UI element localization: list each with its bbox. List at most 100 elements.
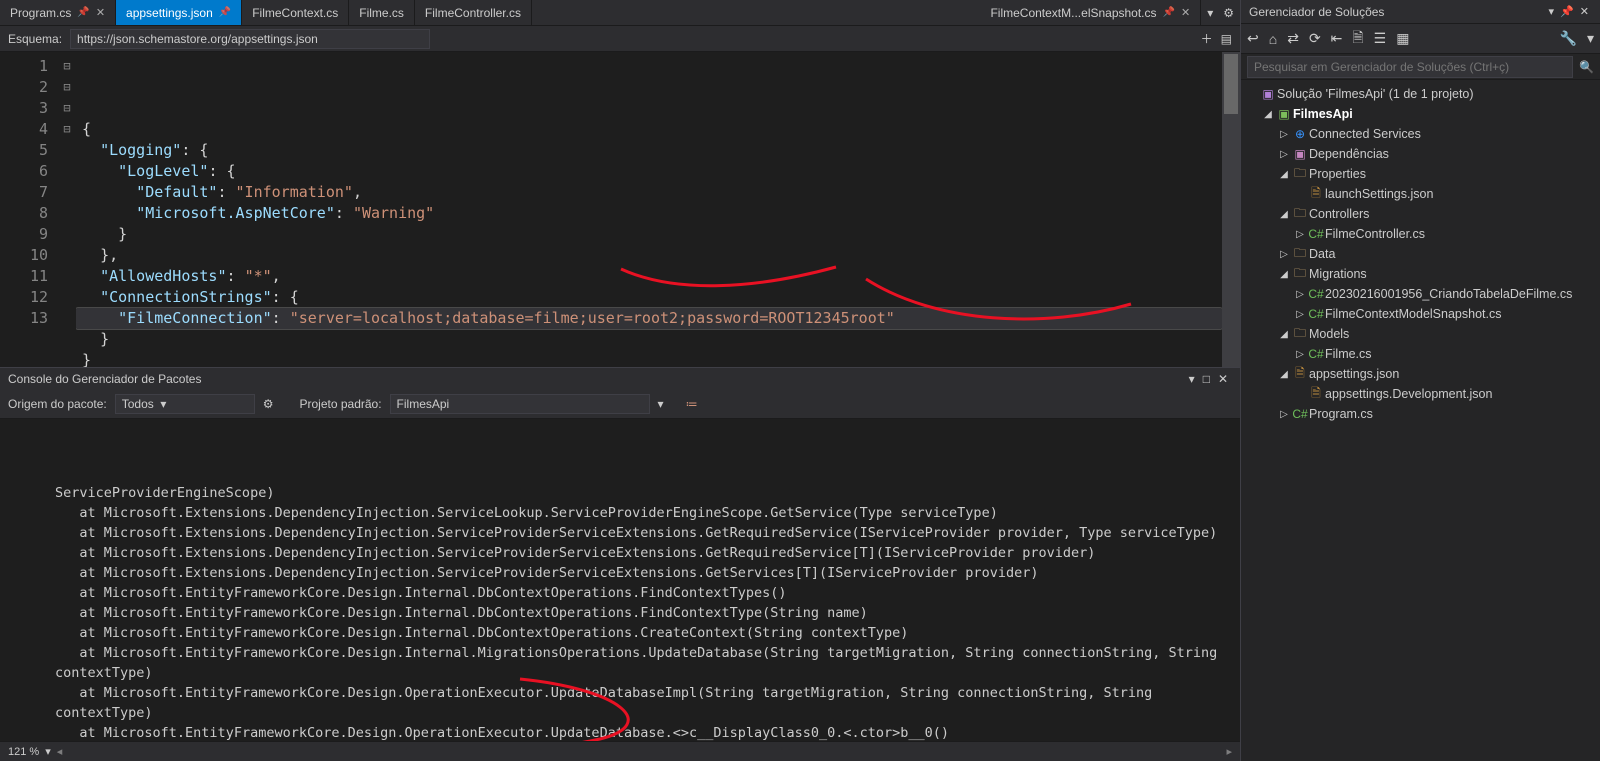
project-label: Projeto padrão: — [299, 397, 381, 411]
package-manager-output[interactable]: ServiceProviderEngineScope) at Microsoft… — [0, 419, 1240, 742]
tree-node[interactable]: 🗎launchSettings.json — [1241, 184, 1600, 204]
pin-icon[interactable]: 📌 — [1163, 7, 1175, 18]
editor-tab-bar: Program.cs📌✕appsettings.json📌FilmeContex… — [0, 0, 1240, 26]
collapse-icon[interactable]: ⇤ — [1331, 30, 1343, 47]
expand-icon[interactable]: ▷ — [1277, 149, 1291, 160]
tree-node[interactable]: ▷C#FilmeController.cs — [1241, 224, 1600, 244]
project-select[interactable]: FilmesApi — [390, 394, 650, 414]
gear-icon[interactable]: ⚙ — [1223, 6, 1234, 20]
close-icon[interactable]: ✕ — [1214, 372, 1232, 386]
close-icon[interactable]: ✕ — [1181, 6, 1190, 19]
editor-scrollbar[interactable] — [1222, 52, 1240, 367]
expand-icon[interactable]: ◢ — [1277, 329, 1291, 340]
node-icon: 🗀 — [1291, 264, 1309, 285]
dropdown-icon[interactable]: ▾ — [1185, 372, 1199, 386]
fold-gutter[interactable]: ⊟⊟⊟⊟ — [58, 52, 76, 367]
tab-filmecontroller-cs[interactable]: FilmeController.cs — [415, 0, 532, 25]
expand-icon[interactable]: ◢ — [1277, 369, 1291, 380]
filter-icon[interactable]: ▾ — [1587, 30, 1594, 47]
expand-icon[interactable]: ◢ — [1261, 109, 1275, 120]
plus-icon[interactable]: ＋ — [1201, 30, 1213, 47]
code-content[interactable]: { "Logging": { "LogLevel": { "Default": … — [76, 52, 1222, 367]
node-icon: 🗎 — [1291, 364, 1309, 385]
pin-icon[interactable]: 📌 — [1557, 5, 1577, 18]
zoom-dropdown-icon[interactable]: ▾ — [45, 745, 51, 758]
expand-icon[interactable]: ◢ — [1277, 209, 1291, 220]
chevron-right-icon[interactable]: ▸ — [1226, 745, 1232, 758]
tree-node[interactable]: ◢🗎appsettings.json — [1241, 364, 1600, 384]
node-icon: 🗀 — [1291, 324, 1309, 345]
tree-node[interactable]: ▷C#Program.cs — [1241, 404, 1600, 424]
refresh-icon[interactable]: ⟳ — [1309, 30, 1321, 47]
tree-node[interactable]: ◢🗀Controllers — [1241, 204, 1600, 224]
node-label: FilmesApi — [1293, 107, 1594, 121]
tree-node[interactable]: ◢🗀Migrations — [1241, 264, 1600, 284]
solution-search-input[interactable] — [1247, 56, 1573, 78]
node-icon: ▣ — [1259, 87, 1277, 101]
pin-icon[interactable]: 📌 — [77, 7, 89, 18]
sync-icon[interactable]: ⇄ — [1287, 30, 1299, 47]
expand-icon[interactable]: ▷ — [1293, 349, 1307, 360]
home-icon[interactable]: ⌂ — [1269, 31, 1277, 47]
solution-tree[interactable]: ▣Solução 'FilmesApi' (1 de 1 projeto)◢▣F… — [1241, 80, 1600, 761]
tree-node[interactable]: ▷C#Filme.cs — [1241, 344, 1600, 364]
close-icon[interactable]: ✕ — [1577, 5, 1592, 18]
tree-node[interactable]: ▷⊕Connected Services — [1241, 124, 1600, 144]
node-icon: ▣ — [1291, 147, 1309, 161]
tree-node[interactable]: ▷🗀Data — [1241, 244, 1600, 264]
tree-node[interactable]: ▷C#FilmeContextModelSnapshot.cs — [1241, 304, 1600, 324]
expand-icon[interactable]: ▷ — [1293, 309, 1307, 320]
solution-explorer-title-bar: Gerenciador de Soluções ▾ 📌 ✕ — [1241, 0, 1600, 24]
pin-icon[interactable]: 📌 — [219, 7, 231, 18]
schema-input[interactable] — [70, 29, 430, 49]
show-all-icon[interactable]: 🗎 — [1352, 27, 1363, 51]
expand-icon[interactable]: ◢ — [1277, 269, 1291, 280]
node-label: Migrations — [1309, 267, 1594, 281]
tab-label: FilmeContext.cs — [252, 6, 338, 20]
back-icon[interactable]: ↩ — [1247, 30, 1259, 47]
search-icon[interactable]: 🔍 — [1573, 60, 1594, 74]
dropdown-icon[interactable]: ▾ — [1207, 6, 1213, 20]
tree-node[interactable]: ◢🗀Properties — [1241, 164, 1600, 184]
tab-label: Filme.cs — [359, 6, 404, 20]
view-icon[interactable]: ▦ — [1396, 30, 1409, 47]
dropdown-icon[interactable]: ▾ — [1546, 5, 1558, 18]
expand-icon[interactable]: ▷ — [1277, 129, 1291, 140]
node-label: FilmeController.cs — [1325, 227, 1594, 241]
expand-icon[interactable]: ▷ — [1277, 409, 1291, 420]
expand-icon[interactable]: ▷ — [1277, 249, 1291, 260]
node-icon: C# — [1291, 407, 1309, 421]
node-icon: 🗎 — [1307, 184, 1325, 205]
dropdown-icon[interactable]: ▾ — [658, 397, 664, 411]
tree-node[interactable]: ▣Solução 'FilmesApi' (1 de 1 projeto) — [1241, 84, 1600, 104]
tab-program-cs[interactable]: Program.cs📌✕ — [0, 0, 116, 25]
tree-node[interactable]: ▷▣Dependências — [1241, 144, 1600, 164]
origin-select[interactable]: Todos ▾ — [115, 394, 255, 414]
node-label: 20230216001956_CriandoTabelaDeFilme.cs — [1325, 287, 1594, 301]
tab-appsettings-json[interactable]: appsettings.json📌 — [116, 0, 242, 25]
code-editor[interactable]: 12345678910111213 ⊟⊟⊟⊟ { "Logging": { "L… — [0, 52, 1240, 367]
tree-node[interactable]: ◢🗀Models — [1241, 324, 1600, 344]
line-number-gutter: 12345678910111213 — [0, 52, 58, 367]
tree-node[interactable]: ▷C#20230216001956_CriandoTabelaDeFilme.c… — [1241, 284, 1600, 304]
tab-snapshot[interactable]: FilmeContextM...elSnapshot.cs 📌 ✕ — [980, 0, 1201, 25]
split-icon[interactable]: ▤ — [1221, 32, 1232, 46]
node-label: Models — [1309, 327, 1594, 341]
node-icon: ▣ — [1275, 107, 1293, 121]
tree-node[interactable]: ◢▣FilmesApi — [1241, 104, 1600, 124]
stack-icon[interactable]: ☰ — [1374, 30, 1387, 47]
chevron-left-icon[interactable]: ◂ — [57, 745, 63, 758]
close-icon[interactable]: ✕ — [96, 6, 105, 19]
clear-icon[interactable]: ≔ — [686, 397, 698, 411]
tab-filmecontext-cs[interactable]: FilmeContext.cs — [242, 0, 349, 25]
package-manager-toolbar: Origem do pacote: Todos ▾ ⚙ Projeto padr… — [0, 391, 1240, 419]
expand-icon[interactable]: ▷ — [1293, 289, 1307, 300]
node-label: Data — [1309, 247, 1594, 261]
expand-icon[interactable]: ◢ — [1277, 169, 1291, 180]
window-icon[interactable]: □ — [1199, 372, 1214, 386]
wrench-icon[interactable]: 🔧 — [1560, 30, 1577, 47]
tree-node[interactable]: 🗎appsettings.Development.json — [1241, 384, 1600, 404]
expand-icon[interactable]: ▷ — [1293, 229, 1307, 240]
tab-filme-cs[interactable]: Filme.cs — [349, 0, 415, 25]
gear-icon[interactable]: ⚙ — [263, 397, 274, 411]
